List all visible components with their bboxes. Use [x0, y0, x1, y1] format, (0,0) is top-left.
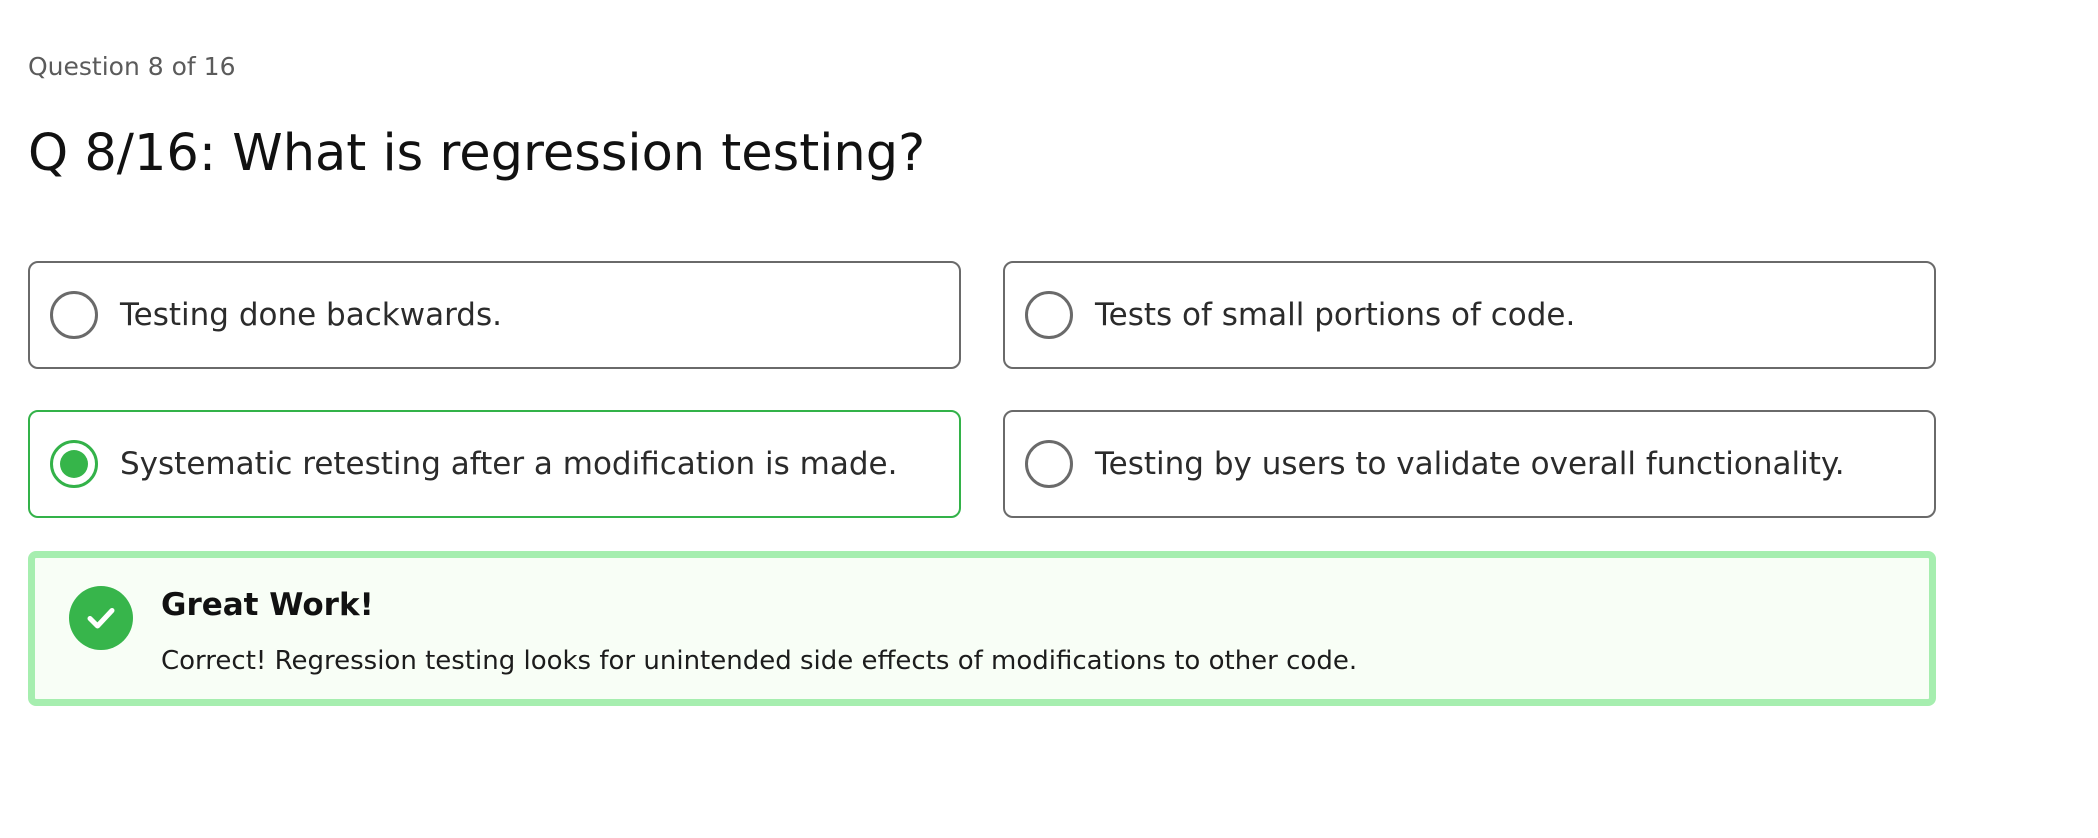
answer-options: Testing done backwards. Tests of small p…: [28, 261, 1938, 518]
answer-option-3[interactable]: Systematic retesting after a modificatio…: [28, 410, 961, 518]
radio-button-icon[interactable]: [1025, 440, 1073, 488]
checkmark-icon: [69, 586, 133, 650]
answer-option-label: Tests of small portions of code.: [1095, 297, 1576, 333]
answer-option-label: Testing by users to validate overall fun…: [1095, 446, 1845, 482]
feedback-message: Correct! Regression testing looks for un…: [161, 646, 1358, 676]
question-title: Q 8/16: What is regression testing?: [28, 124, 926, 183]
feedback-title: Great Work!: [161, 587, 374, 623]
radio-button-icon[interactable]: [50, 291, 98, 339]
answer-option-2[interactable]: Tests of small portions of code.: [1003, 261, 1936, 369]
answer-option-4[interactable]: Testing by users to validate overall fun…: [1003, 410, 1936, 518]
answer-option-label: Testing done backwards.: [120, 297, 502, 333]
radio-button-icon[interactable]: [1025, 291, 1073, 339]
quiz-progress-label: Question 8 of 16: [28, 52, 236, 81]
radio-button-selected-icon[interactable]: [50, 440, 98, 488]
answer-option-1[interactable]: Testing done backwards.: [28, 261, 961, 369]
answer-option-label: Systematic retesting after a modificatio…: [120, 446, 898, 482]
radio-dot-icon: [60, 450, 88, 478]
feedback-panel: Great Work! Correct! Regression testing …: [28, 551, 1936, 706]
